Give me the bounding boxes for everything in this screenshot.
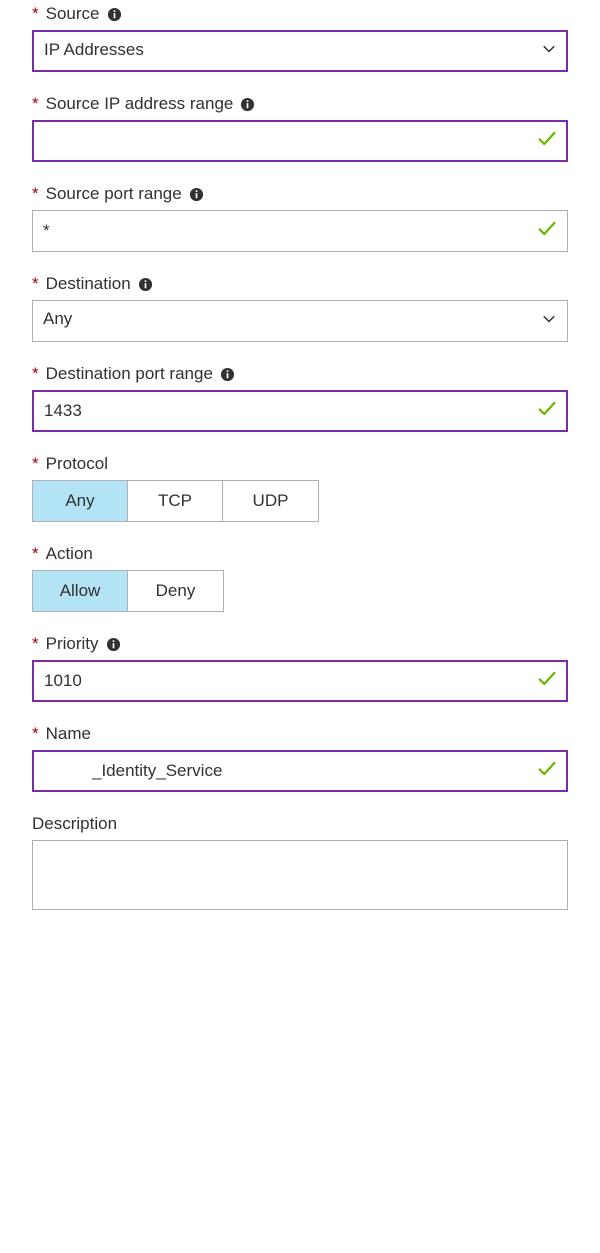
label-protocol-text: Protocol: [46, 454, 108, 474]
select-destination[interactable]: Any: [32, 300, 568, 342]
segmented-protocol: Any TCP UDP: [32, 480, 319, 522]
select-source-value: IP Addresses: [44, 40, 144, 59]
action-option-deny[interactable]: Deny: [128, 571, 223, 611]
field-name: * Name: [32, 724, 568, 792]
info-icon[interactable]: [240, 97, 255, 112]
required-asterisk: *: [32, 184, 39, 204]
info-icon[interactable]: [189, 187, 204, 202]
protocol-option-any[interactable]: Any: [33, 481, 128, 521]
field-destination: * Destination Any: [32, 274, 568, 342]
label-destination-port-range: * Destination port range: [32, 364, 568, 384]
select-source[interactable]: IP Addresses: [32, 30, 568, 72]
field-description: Description: [32, 814, 568, 915]
input-source-port-range[interactable]: [32, 210, 568, 252]
field-source: * Source IP Addresses: [32, 4, 568, 72]
field-source-ip-range: * Source IP address range: [32, 94, 568, 162]
protocol-option-udp[interactable]: UDP: [223, 481, 318, 521]
label-source: * Source: [32, 4, 568, 24]
label-destination-text: Destination: [46, 274, 131, 294]
input-source-port-range-wrap: [32, 210, 568, 252]
label-source-ip-range: * Source IP address range: [32, 94, 568, 114]
label-action-text: Action: [46, 544, 93, 564]
action-option-allow[interactable]: Allow: [33, 571, 128, 611]
required-asterisk: *: [32, 634, 39, 654]
required-asterisk: *: [32, 454, 39, 474]
segmented-action: Allow Deny: [32, 570, 224, 612]
required-asterisk: *: [32, 544, 39, 564]
field-destination-port-range: * Destination port range: [32, 364, 568, 432]
field-action: * Action Allow Deny: [32, 544, 568, 612]
label-description-text: Description: [32, 814, 117, 834]
select-source-wrap: IP Addresses: [32, 30, 568, 72]
label-priority-text: Priority: [46, 634, 99, 654]
select-destination-value: Any: [43, 309, 72, 328]
input-destination-port-range[interactable]: [32, 390, 568, 432]
label-name: * Name: [32, 724, 568, 744]
input-name-wrap: [32, 750, 568, 792]
label-protocol: * Protocol: [32, 454, 568, 474]
required-asterisk: *: [32, 724, 39, 744]
input-priority-wrap: [32, 660, 568, 702]
label-source-port-range: * Source port range: [32, 184, 568, 204]
label-action: * Action: [32, 544, 568, 564]
info-icon[interactable]: [220, 367, 235, 382]
field-protocol: * Protocol Any TCP UDP: [32, 454, 568, 522]
input-destination-port-range-wrap: [32, 390, 568, 432]
label-destination: * Destination: [32, 274, 568, 294]
select-destination-wrap: Any: [32, 300, 568, 342]
textarea-description-wrap: [32, 840, 568, 915]
input-priority[interactable]: [32, 660, 568, 702]
label-destination-port-range-text: Destination port range: [46, 364, 213, 384]
textarea-description[interactable]: [32, 840, 568, 910]
field-priority: * Priority: [32, 634, 568, 702]
input-name[interactable]: [32, 750, 568, 792]
info-icon[interactable]: [138, 277, 153, 292]
info-icon[interactable]: [106, 637, 121, 652]
label-source-text: Source: [46, 4, 100, 24]
required-asterisk: *: [32, 94, 39, 114]
input-source-ip-range[interactable]: [32, 120, 568, 162]
input-source-ip-range-wrap: [32, 120, 568, 162]
required-asterisk: *: [32, 4, 39, 24]
label-description: Description: [32, 814, 568, 834]
protocol-option-tcp[interactable]: TCP: [128, 481, 223, 521]
label-source-port-range-text: Source port range: [46, 184, 182, 204]
info-icon[interactable]: [107, 7, 122, 22]
field-source-port-range: * Source port range: [32, 184, 568, 252]
required-asterisk: *: [32, 364, 39, 384]
required-asterisk: *: [32, 274, 39, 294]
label-priority: * Priority: [32, 634, 568, 654]
label-source-ip-range-text: Source IP address range: [46, 94, 234, 114]
label-name-text: Name: [46, 724, 91, 744]
